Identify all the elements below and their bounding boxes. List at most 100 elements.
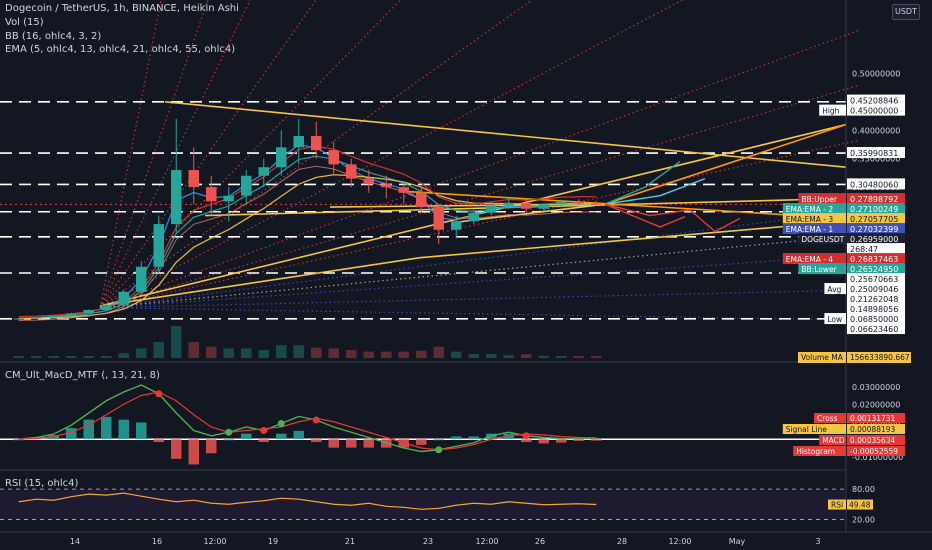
macd-legend[interactable]: CM_Ult_MacD_MTF (, 13, 21, 8) [5,370,160,382]
macd-tag-label: Signal Line [786,425,827,434]
price-tag-label: EMA:EMA - 4 [786,255,834,264]
macd-tick-label: 0.02000000 [852,400,900,409]
time-tick-label: 14 [70,537,80,546]
candle-body [223,195,234,202]
volume-bar [521,354,532,358]
time-tick-label: 12:00 [475,537,498,546]
candle-body [66,313,77,316]
candle-body [13,318,24,320]
macd-histogram-bar [171,439,182,459]
time-tick-label: 19 [268,537,278,546]
macd-tag-value: 0.00131731 [850,414,896,423]
candle-body [486,205,497,213]
time-tick-label: May [729,537,746,546]
candle-body [206,187,217,202]
volume-bar [258,350,269,358]
time-tick-label: 23 [423,537,433,546]
volume-bar [451,351,462,358]
macd-tag-label: Cross [817,414,838,423]
macd-histogram-bar [258,439,269,443]
macd-tag-label: MACD [822,436,845,445]
time-tick-label: 28 [617,537,627,546]
volume-bar [486,354,497,358]
macd-cross-dot [435,446,443,454]
volume-bar [83,356,94,358]
volume-bar [31,356,42,358]
time-tick-label: 26 [535,537,545,546]
price-tag-value: 0.27057705 [850,215,898,224]
macd-histogram-bar [101,416,112,440]
price-tag-label: Avg [827,285,841,294]
bb-legend[interactable]: BB (16, ohlc4, 3, 2) [5,31,101,43]
volume-bar [591,356,602,358]
volume-bar [328,348,339,358]
rsi-tag-label: RSI [831,501,843,510]
price-tag-value: 268:47 [850,245,878,254]
macd-histogram-bar [591,439,602,441]
candle-body [433,207,444,230]
candle-body [538,204,549,209]
time-tick-label: 12:00 [668,537,691,546]
macd-cross-dot [225,428,233,436]
rsi-legend[interactable]: RSI (15, ohlc4) [5,478,78,490]
price-tick-label: 0.50000000 [852,69,900,78]
candle-body [503,203,514,206]
candle-body [276,147,287,168]
chart-title: Dogecoin / TetherUS, 1h, BINANCE, Heikin… [5,3,239,14]
candle-body [241,175,252,196]
macd-histogram-bar [346,439,357,448]
price-tick-label: 0.40000000 [852,126,900,135]
volume-bar [468,354,479,358]
price-tag-value: 0.26959000 [850,235,898,244]
price-tag-label: High [822,107,839,116]
macd-histogram-bar [293,430,304,440]
currency-badge[interactable]: USDT [892,4,920,20]
volume-bar [223,348,234,358]
volume-bar [538,355,549,358]
macd-histogram-bar [416,439,427,445]
candle-body [311,135,322,151]
macd-histogram-bar [276,433,287,440]
chart-canvas: 0.500000000.450000000.400000000.35000000… [0,0,932,550]
macd-tick-label: 0.03000000 [852,383,900,392]
volume-bar [171,326,182,358]
macd-cross-dot [522,432,530,440]
price-tag-label: EMA:EMA - 2 [786,205,834,214]
macd-histogram-bar [311,439,322,443]
macd-histogram-bar [136,422,147,440]
candle-body [451,221,462,230]
volume-bar [66,356,77,358]
price-tag-label: DOGEUSDT [801,235,844,244]
price-tag-label: EMA:EMA - 3 [786,215,834,224]
price-tag-value: 0.25009046 [850,285,898,294]
candle-body [31,317,42,319]
volume-value: 156633890.667 [850,353,910,362]
volume-bar [101,356,112,358]
candle-body [416,192,427,208]
candle-body [153,224,164,267]
volume-bar [276,345,287,358]
volume-bar [381,351,392,358]
time-tick-label: 21 [345,537,355,546]
volume-bar [48,356,59,358]
volume-bar [311,347,322,358]
rsi-tick-label: 80.00 [852,485,875,494]
volume-bar [346,350,357,358]
ema-legend[interactable]: EMA (5, ohlc4, 13, ohlc4, 21, ohlc4, 55,… [5,44,235,56]
volume-bar [573,356,584,358]
volume-bar [188,342,199,358]
price-tag-label: EMA:EMA - 1 [786,225,834,234]
candle-body [346,164,357,179]
volume-bar [556,356,567,358]
candle-body [293,135,304,148]
volume-bar [13,356,24,358]
macd-histogram-bar [241,433,252,440]
candle-body [171,170,182,225]
macd-histogram-bar [153,439,164,443]
candle-body [188,170,199,188]
volume-bar [206,346,217,358]
price-tag-value: 0.27898792 [850,195,898,204]
candle-body [381,184,392,188]
vol-legend[interactable]: Vol (15) [5,17,44,29]
macd-tag-value: 0.00035634 [850,436,896,445]
